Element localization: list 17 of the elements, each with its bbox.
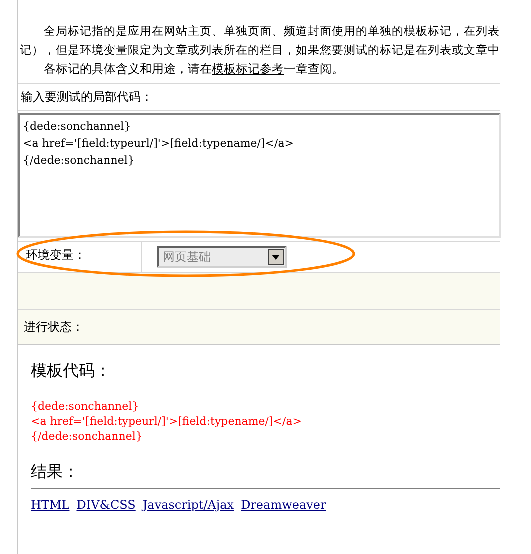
status-label: 进行状态： [24, 320, 84, 334]
category-link[interactable]: HTML [31, 496, 70, 514]
intro-text: 全局标记指的是应用在网站主页、单独页面、频道封面使用的单独的模板标记，在列表 [43, 23, 500, 40]
template-code-heading: 模板代码： [31, 361, 112, 381]
code-input-field[interactable]: {dede:sonchannel} <a href='[field:typeurl/]'>[field:typename/]</a> {/dede:sonchannel} [18, 113, 501, 238]
category-link[interactable]: Dreamweaver [241, 496, 326, 514]
template-code-line: <a href='[field:typeurl/]'>[field:typename/]</a> [31, 414, 303, 429]
template-code-line: {/dede:sonchannel} [31, 429, 144, 444]
code-input-label: 输入要测试的局部代码： [21, 90, 153, 104]
category-link[interactable]: Javascript/Ajax [142, 496, 234, 514]
template-code-line: {dede:sonchannel} [31, 399, 140, 414]
intro-text: 记），但是环境变量限定为文章或列表所在的栏目，如果您要测试的标记是在列表或文章中 [19, 42, 500, 59]
category-link[interactable]: DIV&CSS [76, 496, 136, 514]
environment-label: 环境变量： [26, 248, 86, 262]
intro-text: 各标记的具体含义和用途，请在模板标记参考一章查阅。 [43, 61, 345, 78]
template-reference-link[interactable]: 模板标记参考 [212, 62, 284, 76]
result-heading: 结果： [31, 462, 80, 482]
